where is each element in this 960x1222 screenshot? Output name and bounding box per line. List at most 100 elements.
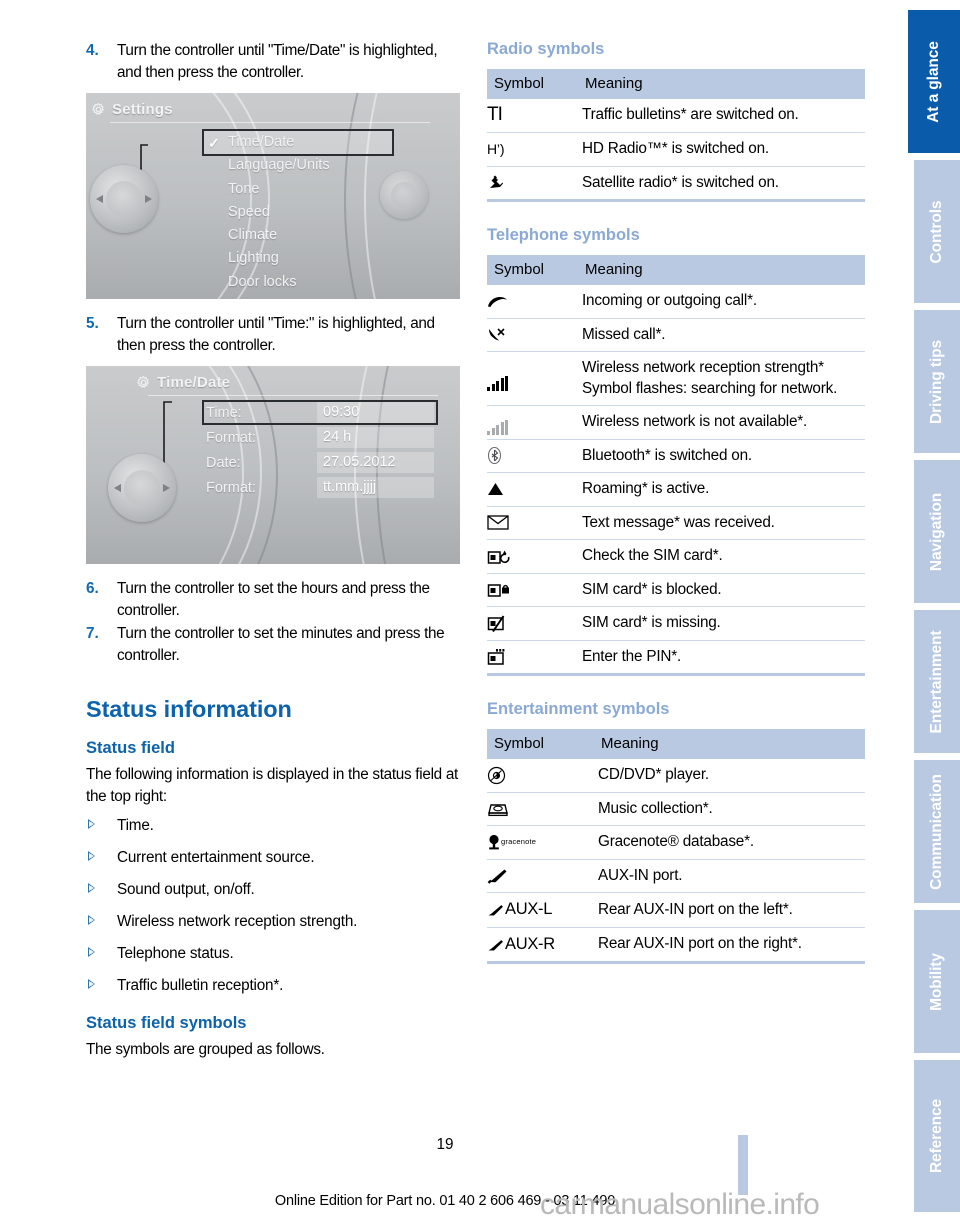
step-text: Turn the controller to set the minutes a… — [117, 625, 445, 664]
table-radio-symbols: Symbol Meaning TI Traffic bulletins* are… — [487, 69, 865, 203]
tab-label: Driving tips — [928, 339, 945, 424]
table-row: gracenote Gracenote® database*. — [487, 825, 865, 860]
menu-item-label: Speed — [228, 203, 270, 220]
meaning-cell: Gracenote® database*. — [598, 825, 865, 860]
triangle-bullet-icon — [88, 979, 95, 989]
aux-plug-icon — [488, 939, 503, 951]
aux-plug-icon — [487, 869, 507, 885]
idrive-settings-rows: Time: 09:30 Format: 24 h Date: 27.05.201… — [202, 400, 438, 502]
list-item: Current entertainment source. — [86, 847, 464, 868]
row-time[interactable]: Time: 09:30 — [202, 400, 438, 425]
symbol-cell — [487, 472, 582, 507]
table-row: AUX-L Rear AUX-IN port on the left*. — [487, 892, 865, 928]
column-header-symbol: Symbol — [487, 729, 598, 760]
status-field-intro: The following information is displayed i… — [86, 766, 458, 805]
table-row: TI Traffic bulletins* are switched on. — [487, 99, 865, 133]
meaning-cell: CD/DVD* player. — [598, 759, 865, 793]
symbol-cell — [487, 640, 582, 675]
heading-entertainment-symbols: Entertainment symbols — [487, 700, 670, 719]
divider — [110, 122, 430, 123]
symbol-cell — [487, 573, 582, 608]
symbol-cell — [487, 285, 582, 319]
tab-at-a-glance[interactable]: At a glance — [908, 10, 960, 153]
check-icon: ✓ — [208, 135, 220, 151]
controller-knob[interactable] — [108, 454, 176, 522]
tab-label: At a glance — [925, 40, 942, 123]
row-date-format[interactable]: Format: tt.mm.jjjj — [204, 477, 434, 500]
tab-controls[interactable]: Controls — [914, 160, 960, 303]
menu-item-lighting[interactable]: Lighting — [204, 247, 404, 270]
meaning-cell: Music collection*. — [598, 792, 865, 827]
sim-locked-icon — [487, 584, 509, 597]
step-number: 6. — [86, 580, 99, 597]
status-field-symbols-intro: The symbols are grouped as follows. — [86, 1041, 325, 1058]
step-number: 5. — [86, 315, 99, 332]
subheading-status-field-symbols: Status field symbols — [86, 1014, 247, 1032]
idrive-title: Settings — [112, 101, 173, 118]
tab-navigation[interactable]: Navigation — [914, 460, 960, 603]
menu-item-door-locks[interactable]: Door locks — [204, 271, 404, 294]
symbol-cell — [487, 606, 582, 641]
list-item: Traffic bulletin reception*. — [86, 975, 464, 996]
menu-item-climate[interactable]: Climate — [204, 224, 404, 247]
menu-item-time-date[interactable]: ✓ Time/Date — [202, 128, 394, 157]
list-item: Sound output, on/off. — [86, 879, 464, 900]
tab-label: Entertainment — [928, 630, 945, 733]
meaning-cell: HD Radio™* is switched on. — [582, 132, 865, 167]
row-label: Date: — [206, 455, 241, 471]
menu-item-label: Tone — [228, 180, 260, 197]
tab-driving-tips[interactable]: Driving tips — [914, 310, 960, 453]
row-time-format[interactable]: Format: 24 h — [204, 427, 434, 450]
idrive-screenshot-settings: Settings ✓ Time/Date Language/Units Tone… — [86, 93, 460, 299]
table-row: CD/DVD* player. — [487, 759, 865, 793]
sim-pin-icon — [487, 648, 505, 665]
manual-page: 4. Turn the controller until "Time/Date"… — [0, 0, 960, 1222]
menu-item-label: Time/Date — [228, 134, 295, 150]
subheading-status-field: Status field — [86, 739, 175, 757]
column-header-meaning: Meaning — [582, 255, 865, 286]
row-value: tt.mm.jjjj — [323, 479, 377, 495]
meaning-cell: Wireless network reception strength* Sym… — [582, 351, 865, 407]
row-value: 27.05.2012 — [323, 454, 396, 470]
controller-knob[interactable] — [90, 165, 158, 233]
tab-communication[interactable]: Communication — [914, 760, 960, 903]
meaning-cell: Text message* was received. — [582, 506, 865, 541]
tab-mobility[interactable]: Mobility — [914, 910, 960, 1053]
tab-label: Reference — [928, 1098, 945, 1174]
symbol-cell — [487, 539, 582, 574]
triangle-bullet-icon — [88, 947, 95, 957]
menu-item-speed[interactable]: Speed — [204, 201, 404, 224]
menu-item-tone[interactable]: Tone — [204, 178, 404, 201]
list-item-label: Sound output, on/off. — [117, 881, 255, 898]
tab-label: Navigation — [928, 492, 945, 571]
symbol-cell — [487, 792, 598, 827]
table-row: Missed call*. — [487, 318, 865, 353]
tab-label: Mobility — [928, 952, 945, 1011]
watermark: carmanualsonline.info — [540, 1188, 820, 1221]
tab-entertainment[interactable]: Entertainment — [914, 610, 960, 753]
row-label: Time: — [206, 405, 242, 421]
aux-left-label: AUX-L — [505, 900, 553, 919]
status-field-list: Time. Current entertainment source. Soun… — [86, 815, 464, 996]
table-row: Wireless network is not available*. — [487, 405, 865, 440]
step-text: Turn the controller to set the hours and… — [117, 580, 430, 619]
triangle-bullet-icon — [88, 883, 95, 893]
cd-dvd-icon — [487, 766, 506, 784]
tab-label: Controls — [928, 200, 945, 263]
meaning-cell: SIM card* is blocked. — [582, 573, 865, 608]
meaning-cell: Enter the PIN*. — [582, 647, 682, 665]
menu-item-language-units[interactable]: Language/Units — [204, 154, 404, 177]
tab-reference[interactable]: Reference — [914, 1060, 960, 1212]
list-item: Time. — [86, 815, 464, 836]
symbol-cell: gracenote — [487, 825, 598, 860]
row-date[interactable]: Date: 27.05.2012 — [204, 452, 434, 475]
aux-plug-icon — [488, 905, 503, 916]
table-header-row: Symbol Meaning — [487, 729, 865, 760]
gear-icon — [137, 375, 150, 388]
arrow-right-icon — [145, 195, 152, 203]
meaning-cell: Incoming or outgoing call*. — [582, 285, 865, 319]
meaning-cell: Roaming* is active. — [582, 472, 865, 507]
symbol-cell — [487, 439, 582, 474]
symbol-cell: AUX-R — [487, 927, 598, 963]
step-item: 5. Turn the controller until "Time:" is … — [86, 313, 464, 356]
